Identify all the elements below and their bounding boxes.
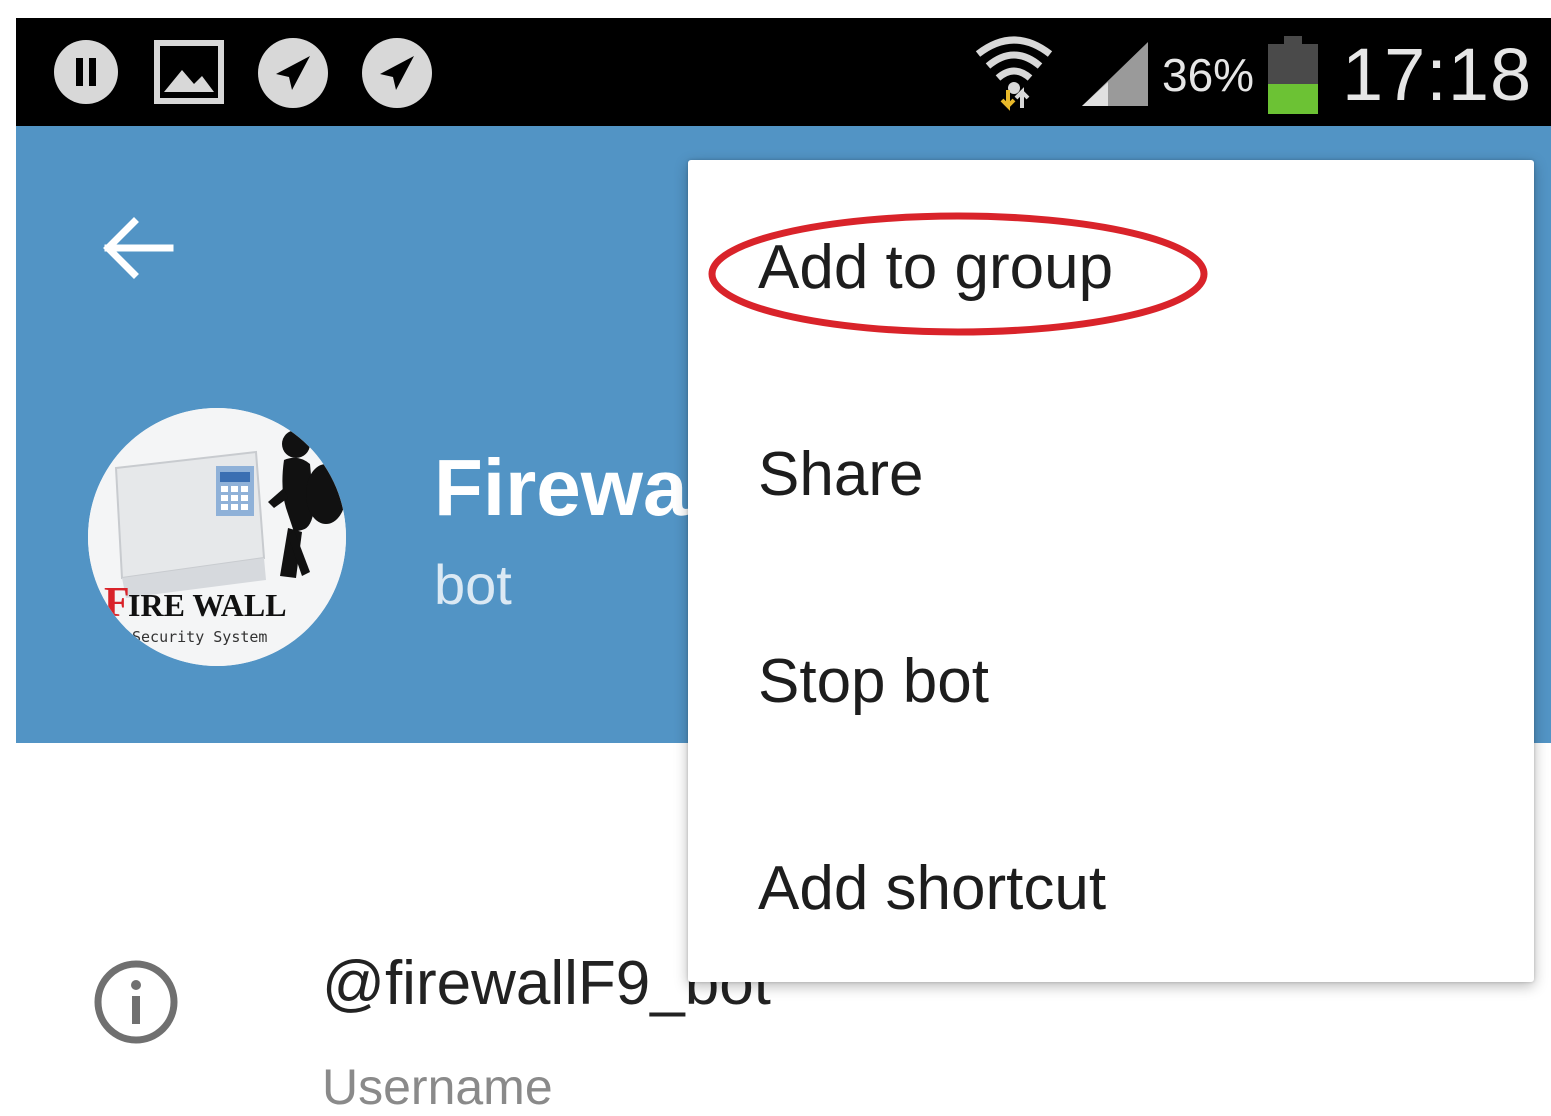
menu-item-label: Add shortcut — [758, 854, 1107, 923]
svg-text:F: F — [104, 580, 130, 626]
signal-icon — [1082, 42, 1148, 106]
highlight-ellipse — [708, 212, 1208, 336]
pause-icon — [54, 40, 118, 104]
menu-item-label: Share — [758, 440, 924, 509]
svg-text:IRE WALL: IRE WALL — [128, 587, 287, 623]
telegram-icon — [258, 38, 328, 108]
battery-icon — [1268, 36, 1318, 114]
wifi-icon — [975, 36, 1053, 111]
status-bar: 36% 17:18 — [16, 18, 1551, 126]
svg-text:Security System: Security System — [132, 628, 267, 646]
profile-name: Firewa — [434, 443, 688, 532]
menu-item-stop-bot[interactable]: Stop bot — [688, 570, 1534, 775]
firewall-logo: F IRE WALL Security System — [88, 408, 346, 666]
arrow-left-icon — [103, 217, 174, 279]
telegram-icon — [362, 38, 432, 108]
menu-item-share[interactable]: Share — [688, 365, 1534, 570]
app-screen: 36% 17:18 F IRE WALL Security System Fir… — [16, 18, 1551, 1116]
menu-item-add-shortcut[interactable]: Add shortcut — [688, 775, 1534, 980]
username-label: Username — [322, 1059, 553, 1115]
image-icon — [154, 40, 224, 104]
avatar[interactable]: F IRE WALL Security System — [88, 408, 346, 666]
back-button[interactable] — [92, 208, 182, 288]
clock: 17:18 — [1342, 33, 1533, 116]
menu-item-label: Stop bot — [758, 647, 989, 716]
profile-status: bot — [434, 553, 512, 616]
info-icon — [94, 960, 178, 1044]
battery-percent: 36% — [1162, 49, 1255, 101]
